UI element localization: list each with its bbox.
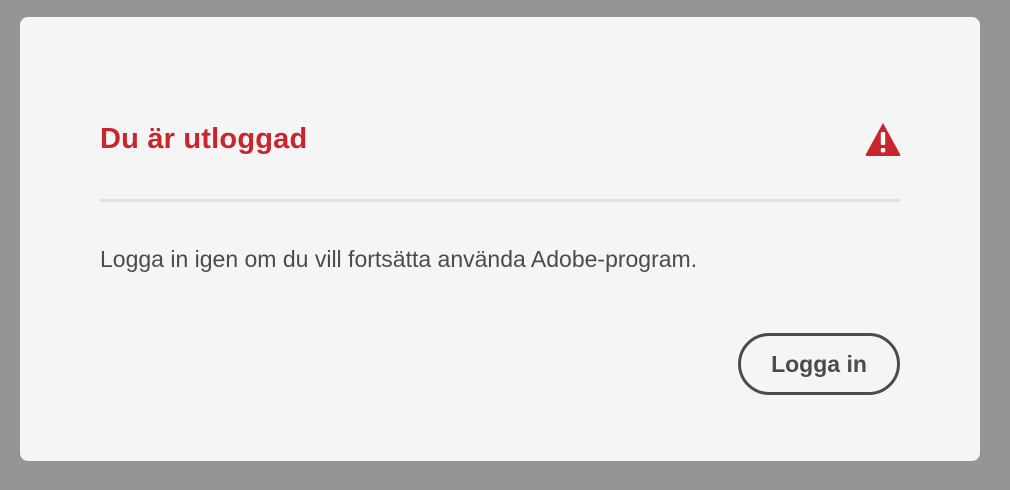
signed-out-dialog: Du är utloggad Logga in igen om du vill … (20, 17, 980, 461)
dialog-header: Du är utloggad (100, 117, 901, 161)
alert-triangle-icon (865, 123, 901, 156)
login-button[interactable]: Logga in (738, 333, 900, 395)
header-divider (100, 199, 900, 202)
dialog-message: Logga in igen om du vill fortsätta använ… (100, 246, 698, 272)
dialog-title: Du är utloggad (100, 122, 308, 155)
dialog-footer: Logga in (738, 333, 900, 395)
modal-backdrop: Du är utloggad Logga in igen om du vill … (0, 0, 1010, 490)
